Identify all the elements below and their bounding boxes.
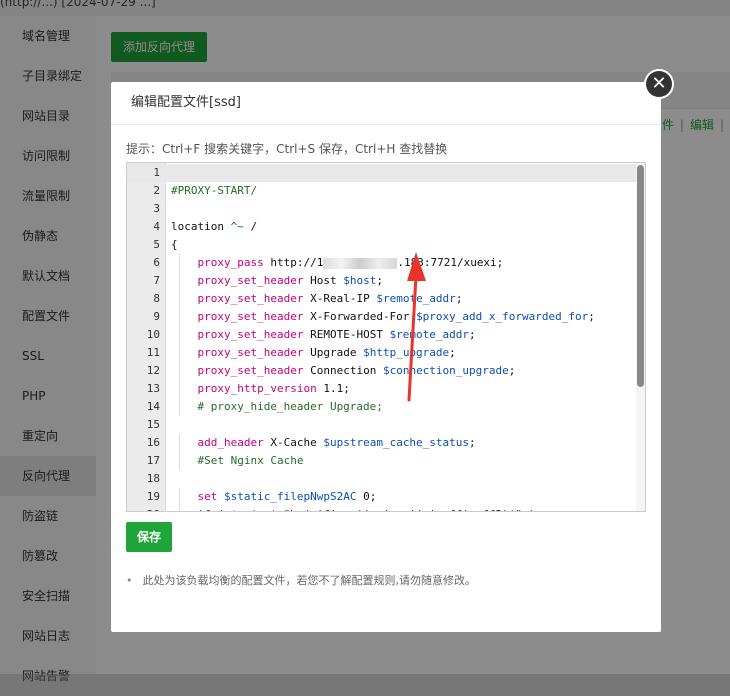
code-text: proxy_set_header X-Forwarded-For $proxy_… [197,310,595,323]
code-line[interactable]: 12 proxy_set_header Connection $connecti… [127,362,645,380]
code-line[interactable]: 7 proxy_set_header Host $host; [127,272,645,290]
line-number: 17 [146,454,160,467]
code-text: set $static_filepNwpS2AC 0; [197,490,377,503]
line-number: 11 [146,346,160,359]
line-number: 18 [146,472,160,485]
close-icon: ✕ [646,71,672,97]
line-number: 10 [146,328,160,341]
code-text: location ^~ / [171,220,258,233]
edit-config-modal: 编辑配置文件[ssd] ✕ 提示：Ctrl+F 搜索关键字，Ctrl+S 保存，… [111,69,674,632]
code-text: proxy_set_header Host $host; [197,274,383,287]
code-line[interactable]: 9 proxy_set_header X-Forwarded-For $prox… [127,308,645,326]
editor-scroll-thumb[interactable] [637,165,644,387]
bullet-icon: • [126,574,133,587]
code-editor[interactable]: 1 2 #PROXY-START/3 4 location ^~ /5{6 proxy_… [126,162,646,512]
code-line[interactable]: 17 #Set Nginx Cache [127,452,645,470]
line-number: 15 [146,418,160,431]
line-number: 6 [153,256,160,269]
code-text: proxy_set_header REMOTE-HOST $remote_add… [197,328,476,341]
code-text: proxy_set_header X-Real-IP $remote_addr; [197,292,463,305]
code-line[interactable]: 14 # proxy_hide_header Upgrade; [127,398,645,416]
line-number: 13 [146,382,160,395]
line-number: 3 [153,202,160,215]
code-line[interactable]: 15 [127,416,645,434]
code-text: { [171,238,178,251]
line-number: 16 [146,436,160,449]
code-text: add_header X-Cache $upstream_cache_statu… [197,436,476,449]
code-line[interactable]: 11 proxy_set_header Upgrade $http_upgrad… [127,344,645,362]
line-number: 2 [153,184,160,197]
code-line[interactable]: 20 if ( $uri ~* "\.(gif|png|jpg|css|js|w… [127,506,645,511]
code-text: proxy_pass http://1.183:7721/xuexi; [197,256,504,269]
line-number: 9 [153,310,160,323]
editor-scrollbar[interactable] [636,163,645,511]
code-text: if ( $uri ~* "\.(gif|png|jpg|css|js|woff… [171,506,535,511]
code-text: proxy_http_version 1.1; [197,382,350,395]
line-number: 1 [153,166,160,179]
code-line[interactable]: 2 #PROXY-START/ [127,182,645,200]
line-number: 5 [153,238,160,251]
save-button[interactable]: 保存 [126,522,172,552]
code-text: proxy_set_header Connection $connection_… [197,364,516,377]
code-text: #PROXY-START/ [171,184,258,197]
close-button[interactable]: ✕ [644,69,674,99]
code-line[interactable]: 18 [127,470,645,488]
modal-title: 编辑配置文件[ssd] [111,82,661,125]
line-number: 7 [153,274,160,287]
code-line[interactable]: 5{ [127,236,645,254]
line-number: 8 [153,292,160,305]
line-number: 14 [146,400,160,413]
code-line[interactable]: 4 location ^~ / [127,218,645,236]
code-text: #Set Nginx Cache [171,454,304,467]
config-note: • 此处为该负载均衡的配置文件，若您不了解配置规则,请勿随意修改。 [126,572,476,588]
code-line[interactable]: 3 [127,200,645,218]
code-line[interactable]: 13 proxy_http_version 1.1; [127,380,645,398]
code-line[interactable]: 8 proxy_set_header X-Real-IP $remote_add… [127,290,645,308]
line-number: 20 [127,506,160,511]
editor-lines[interactable]: 1 2 #PROXY-START/3 4 location ^~ /5{6 proxy_… [127,164,645,511]
line-number: 4 [153,220,160,233]
code-text: # proxy_hide_header Upgrade; [171,400,383,413]
line-number: 19 [146,490,160,503]
code-line[interactable]: 16 add_header X-Cache $upstream_cache_st… [127,434,645,452]
code-line[interactable]: 1 [127,164,645,182]
config-note-text: 此处为该负载均衡的配置文件，若您不了解配置规则,请勿随意修改。 [142,574,477,587]
line-number: 12 [146,364,160,377]
code-line[interactable]: 19 set $static_filepNwpS2AC 0; [127,488,645,506]
shortcut-hint: 提示：Ctrl+F 搜索关键字，Ctrl+S 保存，Ctrl+H 查找替换 [126,142,448,156]
code-line[interactable]: 10 proxy_set_header REMOTE-HOST $remote_… [127,326,645,344]
code-text: proxy_set_header Upgrade $http_upgrade; [197,346,456,359]
code-line[interactable]: 6 proxy_pass http://1.183:7721/xuexi; [127,254,645,272]
